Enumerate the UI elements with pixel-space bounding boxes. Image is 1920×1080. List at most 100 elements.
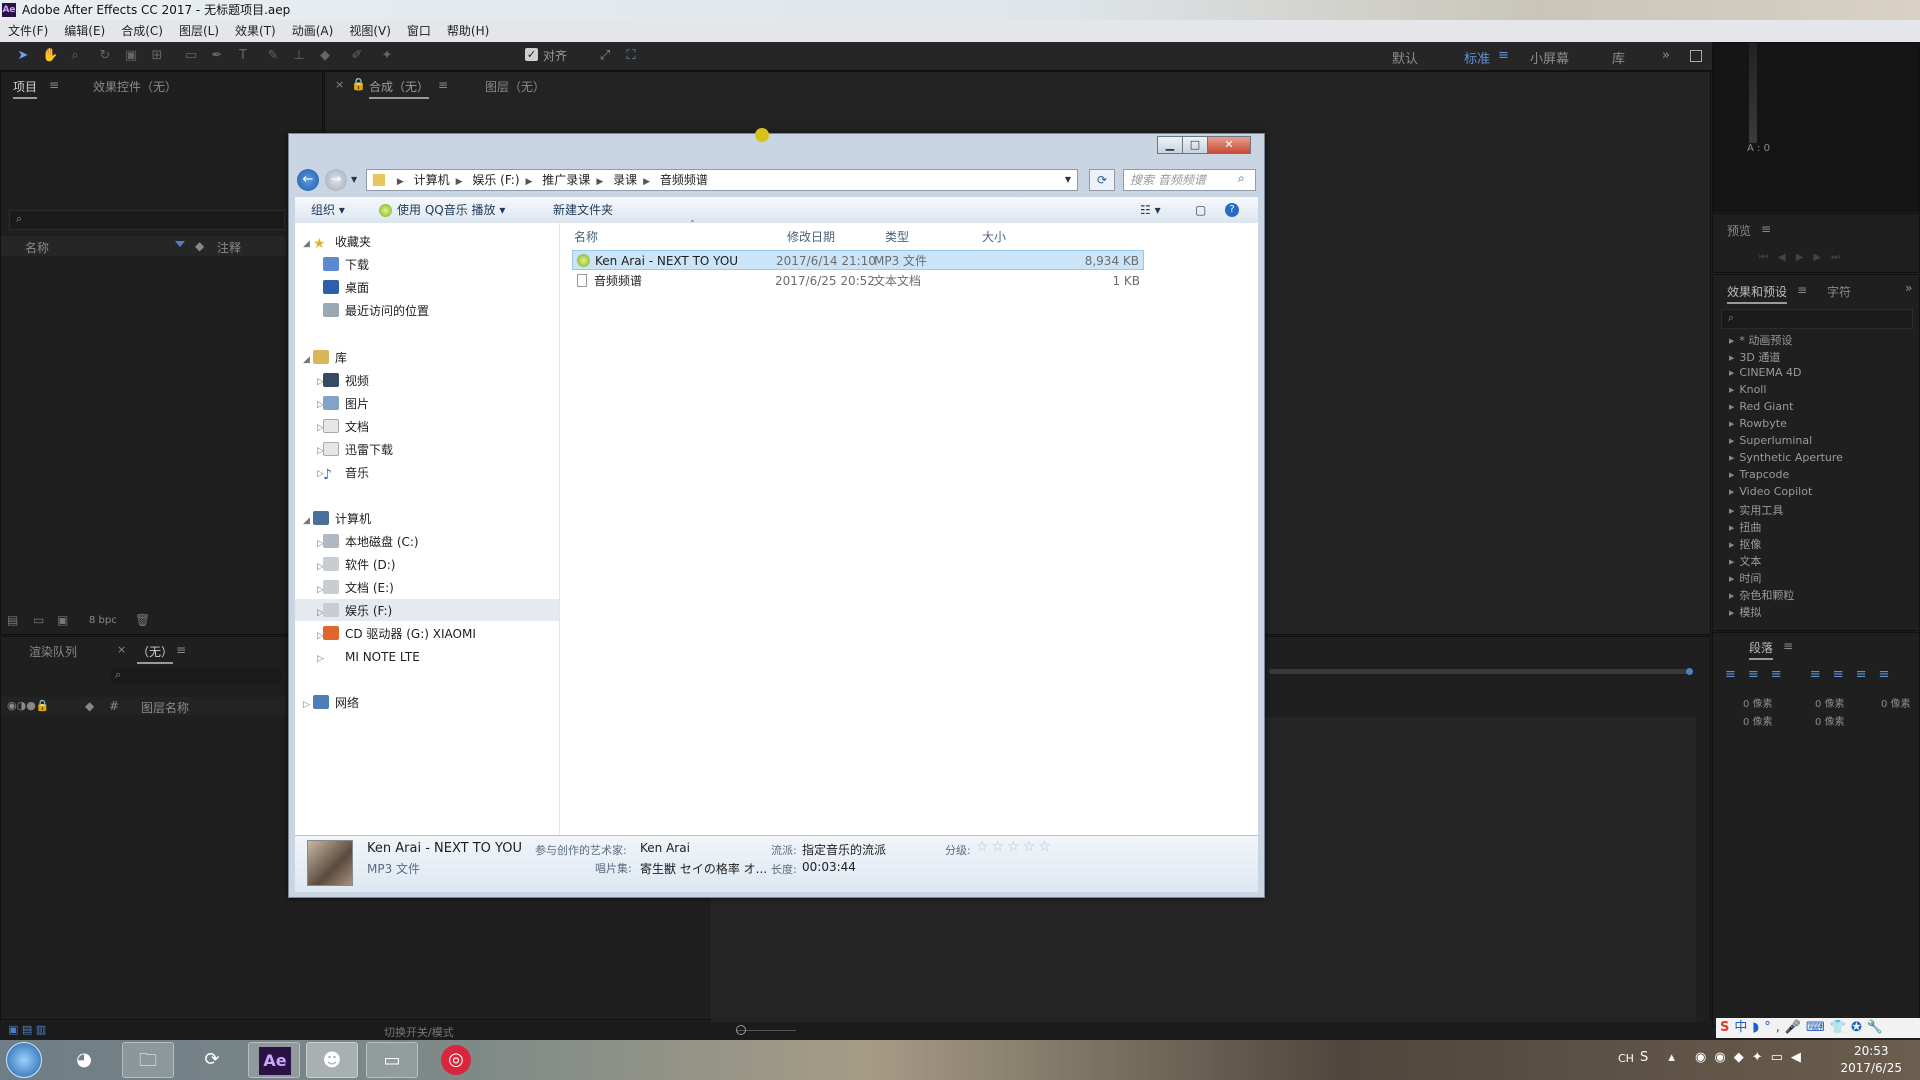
taskbar-netease-music[interactable]: ◎ <box>430 1042 482 1078</box>
nav-mi-note-lte[interactable]: MI NOTE LTE <box>323 647 420 667</box>
nav-drive-c[interactable]: 本地磁盘 (C:) <box>323 532 419 552</box>
taskbar-explorer[interactable]: 🗀 <box>122 1042 174 1078</box>
effects-search-field[interactable]: ⌕ <box>1721 309 1913 329</box>
nav-drive-e[interactable]: 文档 (E:) <box>323 578 394 598</box>
column-type[interactable]: 类型 <box>885 228 909 245</box>
clone-stamp-tool-icon[interactable]: ⊥ <box>292 49 306 63</box>
indent-right-field[interactable]: 0 像素 <box>1815 695 1845 710</box>
file-row-mp3[interactable]: Ken Arai - NEXT TO YOU 2017/6/14 21:10 M… <box>572 250 1144 270</box>
close-tab-icon[interactable]: × <box>335 78 344 91</box>
address-bar[interactable]: ▶ 计算机 ▶ 娱乐 (F:) ▶ 推广录课 ▶ 录课 ▶ 音频频谱 ▼ <box>366 169 1078 191</box>
file-row-txt[interactable]: 音频频谱 2017/6/25 20:52 文本文档 1 KB <box>572 271 1144 291</box>
breadcrumb-drive-f[interactable]: 娱乐 (F:) <box>472 170 519 190</box>
roto-brush-tool-icon[interactable]: ✐ <box>350 49 364 63</box>
tab-effects-presets[interactable]: 效果和预设 <box>1727 283 1788 304</box>
trash-icon[interactable]: 🗑 <box>135 613 150 627</box>
nav-desktop[interactable]: 桌面 <box>323 278 369 298</box>
bit-depth-button[interactable]: 8 bpc <box>89 615 117 626</box>
search-help-icon[interactable] <box>1690 50 1702 62</box>
workspace-overflow-icon[interactable]: » <box>1662 48 1670 63</box>
nav-documents[interactable]: 文档 <box>323 417 369 437</box>
tab-timeline-none[interactable]: （无） <box>137 643 174 664</box>
zoom-slider-handle[interactable] <box>736 1025 746 1035</box>
nav-thunder-downloads[interactable]: 迅雷下载 <box>323 440 393 460</box>
nav-favorites[interactable]: ★ 收藏夹 <box>313 232 371 252</box>
breadcrumb-recording[interactable]: 录课 <box>613 170 637 190</box>
workspace-library[interactable]: 库 <box>1612 48 1625 67</box>
taskbar-media-player[interactable]: ◕ <box>58 1042 110 1078</box>
panel-menu-icon[interactable]: ≡ <box>49 78 59 92</box>
effects-category-item[interactable]: 杂色和颗粒 <box>1729 587 1794 603</box>
effects-category-item[interactable]: * 动画预设 <box>1729 332 1792 348</box>
snap-feature-icon[interactable]: ⤢ <box>598 49 612 63</box>
taskbar-qq[interactable]: ☻ <box>306 1042 358 1078</box>
workspace-small-screen[interactable]: 小屏幕 <box>1530 48 1569 67</box>
time-zoom-bar[interactable] <box>1269 669 1689 674</box>
nav-drive-f[interactable]: 娱乐 (F:) <box>323 601 392 621</box>
space-after-field[interactable]: 0 像素 <box>1815 713 1845 728</box>
nav-videos[interactable]: 视频 <box>323 371 369 391</box>
indent-first-field[interactable]: 0 像素 <box>1881 695 1911 710</box>
effects-category-item[interactable]: 扭曲 <box>1729 519 1761 535</box>
column-name[interactable]: 名称 <box>25 239 49 256</box>
minimize-button[interactable]: ▁ <box>1157 136 1183 154</box>
timeline-menu-icon[interactable]: ≡ <box>176 643 186 657</box>
rating-stars[interactable]: ☆☆☆☆☆ <box>976 839 1054 855</box>
toggle-switches-modes[interactable]: 切换开关/模式 <box>384 1024 454 1040</box>
pen-tool-icon[interactable]: ✒ <box>210 49 224 63</box>
interpret-footage-icon[interactable]: ▤ <box>7 613 18 627</box>
project-search-field[interactable]: ⌕ <box>9 210 285 230</box>
panel-overflow-icon[interactable]: » <box>1905 281 1912 295</box>
menu-help[interactable]: 帮助(H) <box>439 20 497 42</box>
back-button[interactable]: ← <box>297 169 319 191</box>
menu-animation[interactable]: 动画(A) <box>284 20 342 42</box>
effects-category-item[interactable]: 模拟 <box>1729 604 1761 620</box>
column-size[interactable]: 大小 <box>982 228 1006 245</box>
mask-tool-icon[interactable]: ▭ <box>184 49 198 63</box>
workspace-menu-icon[interactable]: ≡ <box>1498 48 1509 63</box>
effects-category-item[interactable]: CINEMA 4D <box>1729 366 1801 379</box>
start-button[interactable] <box>6 1042 42 1078</box>
nav-computer[interactable]: 计算机 <box>313 509 371 529</box>
taskbar-app[interactable]: ⟳ <box>186 1042 238 1078</box>
taskbar-notepad[interactable]: ▭ <box>366 1042 418 1078</box>
effects-category-item[interactable]: Video Copilot <box>1729 485 1812 498</box>
tab-character[interactable]: 字符 <box>1827 283 1851 300</box>
selection-tool-icon[interactable]: ➤ <box>16 49 30 63</box>
menu-composition[interactable]: 合成(C) <box>113 20 171 42</box>
effects-category-item[interactable]: Trapcode <box>1729 468 1789 481</box>
effects-category-item[interactable]: Red Giant <box>1729 400 1793 413</box>
column-layer-name[interactable]: 图层名称 <box>141 699 189 716</box>
brush-tool-icon[interactable]: ✎ <box>266 49 280 63</box>
help-icon[interactable]: ? <box>1225 203 1239 217</box>
menu-view[interactable]: 视图(V) <box>341 20 399 42</box>
hand-tool-icon[interactable]: ✋ <box>42 49 58 63</box>
nav-pictures[interactable]: 图片 <box>323 394 369 414</box>
search-input[interactable]: 搜索 音频频谱 <box>1123 169 1256 191</box>
ime-toolbar[interactable]: S中◗°,🎤⌨👕✪🔧 <box>1716 1018 1920 1038</box>
tab-composition[interactable]: 合成（无） <box>369 78 430 99</box>
new-folder-icon[interactable]: ▭ <box>33 613 44 627</box>
effects-category-item[interactable]: Superluminal <box>1729 434 1812 447</box>
language-indicator[interactable]: CH <box>1618 1052 1634 1065</box>
column-date-modified[interactable]: 修改日期 <box>787 228 835 245</box>
details-genre[interactable]: 指定音乐的流派 <box>802 841 886 858</box>
breadcrumb-promo-course[interactable]: 推广录课 <box>542 170 590 190</box>
breadcrumb-audio-spectrum[interactable]: 音频频谱 <box>660 170 708 190</box>
timeline-search-field[interactable]: ⌕ <box>111 668 281 684</box>
lock-icon[interactable]: 🔒 <box>351 77 366 91</box>
nav-recent-places[interactable]: 最近访问的位置 <box>323 301 429 321</box>
tab-layer[interactable]: 图层（无） <box>485 78 545 95</box>
view-options-icon[interactable]: ☷ ▾ <box>1140 197 1161 223</box>
eraser-tool-icon[interactable]: ◆ <box>318 49 332 63</box>
effects-category-item[interactable]: 时间 <box>1729 570 1761 586</box>
tab-preview[interactable]: 预览 <box>1727 222 1751 239</box>
snap-edges-icon[interactable]: ⛶ <box>624 49 638 63</box>
clock[interactable]: 20:53 2017/6/25 <box>1840 1043 1902 1077</box>
nav-network[interactable]: 网络 <box>313 693 359 713</box>
space-before-field[interactable]: 0 像素 <box>1743 713 1773 728</box>
effects-category-item[interactable]: Synthetic Aperture <box>1729 451 1843 464</box>
nav-libraries[interactable]: 库 <box>313 348 347 368</box>
playback-controls[interactable]: ⏮◀▶▶⏭ <box>1759 252 1850 263</box>
effects-category-item[interactable]: 实用工具 <box>1729 502 1783 518</box>
